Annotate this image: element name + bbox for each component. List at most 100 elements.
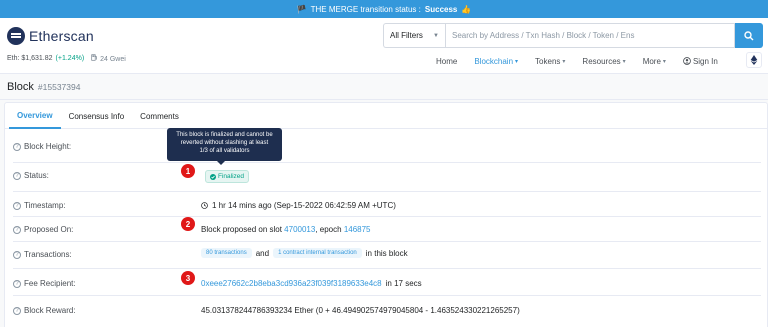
gas-pump-icon [91, 54, 98, 61]
block-tabs: Overview Consensus Info Comments [5, 103, 767, 129]
timestamp-value: 1 hr 14 mins ago (Sep-15-2022 06:42:59 A… [201, 201, 396, 210]
question-icon[interactable]: ? [13, 250, 21, 259]
nav-signin[interactable]: Sign In [683, 57, 718, 66]
check-circle-icon [210, 173, 216, 180]
row-status: ? Status: Finalized [5, 167, 767, 187]
tx-suffix: in this block [365, 248, 408, 258]
flag-icon: 🏴 [296, 4, 307, 14]
tab-overview[interactable]: Overview [9, 103, 61, 129]
nav-more-label: More [642, 56, 661, 66]
row-fee-recipient: ? Fee Recipient: 0xeee27662c2b8eba3cd936a… [5, 275, 767, 295]
divider [13, 191, 761, 192]
label-text: Proposed On: [24, 225, 74, 234]
transactions-value: 80 transactions and 1 contract internal … [201, 248, 408, 258]
fee-recipient-label: ? Fee Recipient: [13, 279, 76, 288]
search-button[interactable] [735, 23, 763, 48]
eth-price: Eth: $1,631.82 [7, 55, 53, 62]
label-text: Timestamp: [24, 201, 66, 210]
transactions-count-chip[interactable]: 80 transactions [201, 248, 252, 258]
annotation-marker-3: 3 [181, 271, 195, 285]
row-timestamp: ? Timestamp: 1 hr 14 mins ago (Sep-15-202… [5, 197, 767, 217]
tx-and: and [255, 248, 270, 258]
status-badge[interactable]: Finalized [205, 170, 250, 183]
divider [13, 162, 761, 163]
label-text: Block Reward: [24, 306, 76, 315]
chevron-down-icon: ▾ [622, 58, 626, 65]
divider [13, 216, 761, 217]
internal-transactions-chip[interactable]: 1 contract internal transaction [273, 248, 362, 258]
status-badge-text: Finalized [218, 173, 245, 180]
label-text: Status: [24, 171, 49, 180]
label-text: Fee Recipient: [24, 279, 76, 288]
block-number: #15537394 [37, 82, 81, 92]
fee-recipient-value: 0xeee27662c2b8eba3cd936a23f039f3189633e4… [201, 279, 422, 288]
timestamp-label: ? Timestamp: [13, 201, 66, 210]
page-title: Block #15537394 [7, 81, 80, 93]
annotation-marker-2: 2 [181, 217, 195, 231]
site-header: Etherscan Eth: $1,631.82 (+1.24%) 24 Gwe… [0, 18, 768, 74]
clock-icon [201, 202, 208, 209]
question-icon[interactable]: ? [13, 171, 21, 180]
transactions-label: ? Transactions: [13, 250, 72, 259]
row-block-reward: ? Block Reward: 45.031378244786393234 Eth… [5, 302, 767, 322]
question-icon[interactable]: ? [13, 306, 21, 315]
network-switch-button[interactable] [746, 52, 762, 68]
block-height-label: ? Block Height: [13, 142, 71, 151]
banner-text: THE MERGE transition status : [310, 4, 421, 14]
proposed-on-value: Block proposed on slot 4700013, epoch 14… [201, 225, 371, 234]
nav-blockchain[interactable]: Blockchain ▾ [474, 57, 518, 66]
question-icon[interactable]: ? [13, 201, 21, 210]
epoch-link[interactable]: 146875 [344, 225, 371, 234]
status-value: Finalized [205, 170, 250, 183]
question-icon[interactable]: ? [13, 142, 21, 151]
eth-price-ticker: Eth: $1,631.82 (+1.24%) 24 Gwei [7, 54, 126, 63]
fee-suffix: in 17 secs [385, 279, 422, 288]
proposed-on-label: ? Proposed On: [13, 225, 73, 234]
main-nav: Home Blockchain ▾ Tokens ▾ Resources ▾ More… [436, 54, 735, 68]
divider [13, 241, 761, 242]
nav-resources[interactable]: Resources ▾ [582, 57, 625, 66]
finalized-tooltip: This block is finalized and cannot be re… [167, 128, 282, 165]
gas-value: 24 Gwei [100, 56, 126, 63]
nav-resources-label: Resources [582, 56, 621, 66]
etherscan-logo-icon [7, 27, 25, 45]
proposed-prefix: Block proposed on slot [201, 225, 282, 234]
label-text: Block Height: [24, 142, 72, 151]
slot-link[interactable]: 4700013 [284, 225, 315, 234]
divider [13, 295, 761, 296]
tab-consensus-info[interactable]: Consensus Info [61, 103, 133, 129]
status-label: ? Status: [13, 171, 49, 180]
eth-price-change: (+1.24%) [55, 55, 85, 62]
nav-blockchain-label: Blockchain [474, 56, 514, 66]
question-icon[interactable]: ? [13, 225, 21, 234]
gas-price[interactable]: 24 Gwei [91, 54, 126, 63]
question-icon[interactable]: ? [13, 279, 21, 288]
brand-name: Etherscan [29, 28, 94, 44]
timestamp-text: 1 hr 14 mins ago (Sep-15-2022 06:42:59 A… [212, 201, 396, 210]
nav-tokens[interactable]: Tokens ▾ [535, 57, 565, 66]
search-input[interactable] [445, 23, 735, 48]
block-reward-label: ? Block Reward: [13, 306, 76, 315]
merge-status-banner: 🏴 THE MERGE transition status : Success … [0, 0, 768, 18]
chevron-down-icon: ▾ [562, 58, 566, 65]
divider [13, 268, 761, 269]
search-icon [744, 30, 754, 40]
search-filter-dropdown[interactable]: All Filters ▼ [383, 23, 445, 48]
nav-home-label: Home [436, 56, 458, 66]
annotation-marker-1: 1 [181, 164, 195, 178]
fee-recipient-address-link[interactable]: 0xeee27662c2b8eba3cd936a23f039f3189633e4… [201, 279, 382, 288]
etherscan-logo[interactable]: Etherscan [7, 27, 94, 45]
nav-more[interactable]: More ▾ [643, 57, 666, 66]
row-block-height: ? Block Height: [5, 138, 767, 158]
row-proposed-on: ? Proposed On: Block proposed on slot 470… [5, 221, 767, 241]
nav-home[interactable]: Home [436, 57, 457, 66]
epoch-prefix: , epoch [315, 225, 342, 234]
banner-status: Success [424, 4, 458, 14]
tooltip-line: 1/3 of all validators [199, 148, 250, 154]
title-divider [0, 99, 768, 100]
search-bar: All Filters ▼ [383, 23, 763, 48]
thumbs-up-icon: 👍 [461, 4, 472, 14]
nav-tokens-label: Tokens [535, 56, 561, 66]
tab-comments[interactable]: Comments [132, 103, 187, 129]
block-reward-value: 45.031378244786393234 Ether (0 + 46.4949… [201, 306, 520, 315]
